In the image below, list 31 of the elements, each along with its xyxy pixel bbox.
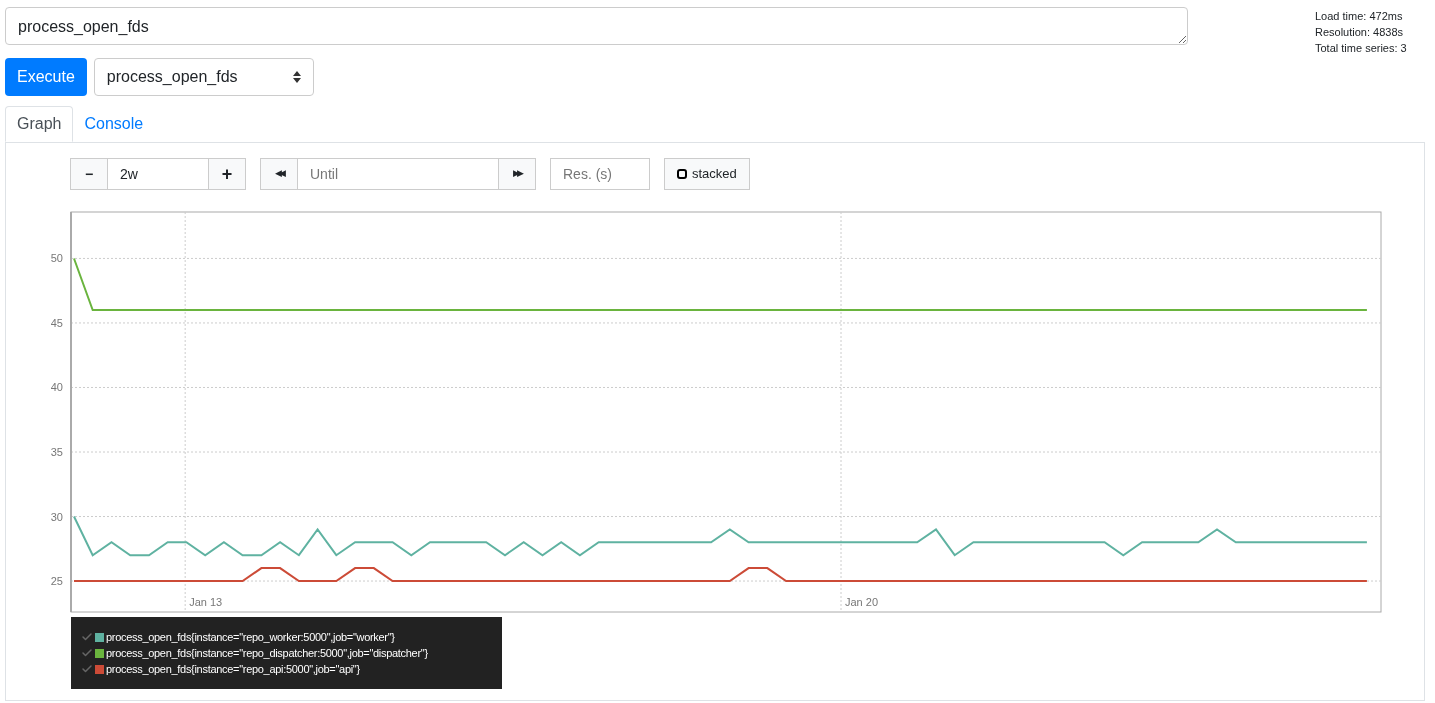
back-button[interactable]: ◀◀ [260, 158, 298, 190]
legend-label: process_open_fds{instance="repo_worker:5000",job="worker"} [106, 630, 395, 645]
decrease-range-button[interactable]: − [70, 158, 108, 190]
metric-select[interactable]: process_open_fds [93, 58, 314, 96]
until-field[interactable]: Until [298, 158, 498, 190]
y-tick-label: 30 [49, 509, 63, 525]
x-tick-label: Jan 20 [845, 595, 879, 610]
y-tick-label: 35 [49, 445, 63, 460]
stacked-toggle[interactable]: stacked [664, 158, 750, 190]
execute-button[interactable]: Execute [5, 58, 87, 96]
x-tick-label: Jan 13 [189, 595, 223, 610]
check-icon [81, 663, 93, 675]
resolution-field[interactable]: Res. (s) [550, 158, 650, 190]
y-tick-label: 50 [49, 251, 63, 267]
stat-text: Resolution: 4838s [1315, 25, 1405, 40]
forward-button[interactable]: ▶▶ [498, 158, 536, 190]
y-tick-label: 45 [49, 315, 63, 331]
y-tick-label: 40 [49, 380, 63, 396]
query-field[interactable]: process_open_fds [5, 7, 1188, 45]
check-icon [81, 631, 93, 643]
check-icon [81, 647, 93, 659]
sort-caret-icon [292, 71, 301, 83]
tab[interactable]: Console [73, 106, 155, 142]
y-tick-label: 25 [49, 574, 63, 590]
range-field[interactable]: 2w [108, 158, 208, 190]
legend-label: process_open_fds{instance="repo_api:5000",job="api"} [106, 662, 360, 677]
stat-text: Total time series: 3 [1315, 41, 1408, 56]
tab[interactable]: Graph [5, 106, 74, 142]
legend-label: process_open_fds{instance="repo_dispatcher:5000",job="dispatcher"} [106, 646, 428, 661]
stat-text: Load time: 472ms [1315, 9, 1404, 24]
increase-range-button[interactable]: + [208, 158, 246, 190]
